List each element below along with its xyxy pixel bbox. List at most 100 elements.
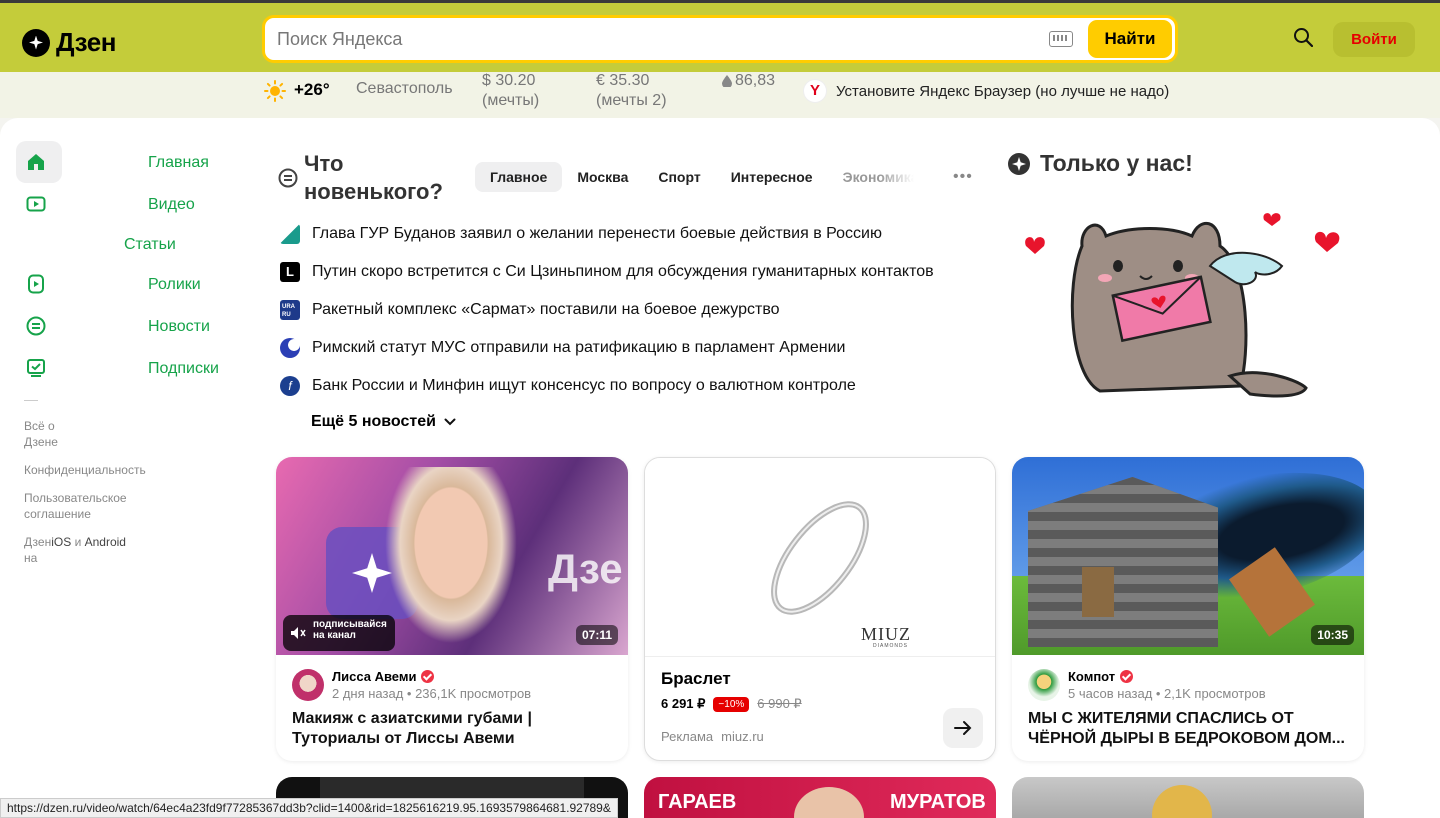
video-thumbnail[interactable]: 10:35: [1012, 457, 1364, 655]
yandex-browser-icon: [804, 80, 826, 102]
nav-item-subscriptions[interactable]: [16, 347, 62, 389]
thumbnail-text-left: ГАРАЕВ: [658, 791, 737, 813]
nav-item-home[interactable]: [16, 141, 62, 183]
ad-product-name[interactable]: Браслет: [661, 669, 731, 689]
nav-label-clips[interactable]: Ролики: [148, 276, 201, 294]
apps-and: и: [74, 535, 82, 549]
thumbnail-backdrop-text: Дзе: [548, 545, 623, 592]
news-item-text: Банк России и Минфин ищут консенсус по в…: [312, 377, 856, 394]
eur-note: (мечты 2): [596, 92, 667, 109]
home-icon: [28, 154, 44, 170]
nav-label-video[interactable]: Видео: [148, 196, 195, 214]
subscribe-overlay-text: подписывайся на канал: [313, 619, 387, 641]
more-tabs-icon[interactable]: •••: [953, 168, 973, 186]
news-item[interactable]: f Банк России и Минфин ищут консенсус по…: [280, 376, 856, 396]
exclusive-section-title: Только у нас!: [1008, 150, 1193, 177]
ad-open-button[interactable]: [943, 708, 983, 748]
nav-label-subscriptions[interactable]: Подписки: [148, 360, 219, 378]
tab-main[interactable]: Главное: [475, 162, 563, 192]
news-item[interactable]: Глава ГУР Буданов заявил о желании перен…: [280, 224, 882, 244]
eur-rate[interactable]: € 35.30 (мечты 2): [596, 71, 667, 111]
ad-price-row: 6 291 ₽ −10% 6 990 ₽: [661, 696, 802, 712]
video-card[interactable]: [1012, 777, 1364, 818]
ad-divider: [645, 656, 995, 657]
video-card[interactable]: ГАРАЕВ МУРАТОВ: [644, 777, 996, 818]
news-item-text: Ракетный комплекс «Сармат» поставили на …: [312, 301, 780, 318]
search-button[interactable]: Найти: [1088, 20, 1172, 58]
subscriptions-icon: [27, 359, 45, 377]
footer-apps: ДзенiOS и Android на: [24, 534, 126, 566]
oil-rate[interactable]: 86,83: [722, 71, 775, 91]
avatar[interactable]: [1028, 669, 1060, 701]
footer-link-privacy[interactable]: Конфиденциальность: [24, 462, 146, 478]
video-card[interactable]: 10:35 Компот 5 часов назад • 2,1K просмо…: [1012, 457, 1364, 761]
search-icon[interactable]: [1293, 27, 1313, 47]
ad-old-price: 6 990 ₽: [757, 696, 802, 711]
sun-icon: [264, 80, 286, 102]
usd-note: (мечты): [482, 92, 540, 109]
logo-text: Дзен: [56, 27, 116, 57]
city-name[interactable]: Севастополь: [356, 80, 453, 98]
news-item[interactable]: L Путин скоро встретится с Си Цзиньпином…: [280, 262, 934, 282]
ad-footer: Реклама miuz.ru: [661, 729, 764, 744]
temperature[interactable]: +26°: [294, 80, 330, 100]
nav-label-articles[interactable]: Статьи: [124, 236, 176, 254]
more-news-button[interactable]: Ещё 5 новостей: [311, 413, 456, 431]
tab-moscow[interactable]: Москва: [562, 162, 643, 192]
author-name[interactable]: Компот: [1068, 669, 1134, 684]
avatar[interactable]: [292, 669, 324, 701]
pusheen-cat-image[interactable]: [1020, 206, 1360, 406]
video-meta: 2 дня назад • 236,1K просмотров: [332, 686, 532, 701]
news-title-line2: новенького?: [304, 179, 443, 204]
nav-label-home[interactable]: Главная: [148, 154, 209, 172]
video-thumbnail[interactable]: Дзе подписывайся на канал 07:11: [276, 457, 628, 657]
ad-image[interactable]: MIUZ DIAMONDS: [645, 458, 995, 656]
video-card[interactable]: Дзе подписывайся на канал 07:11 Лисса Ав…: [276, 457, 628, 761]
muted-speaker-icon: [291, 627, 306, 639]
nav-item-video[interactable]: [16, 183, 62, 225]
nav-item-news[interactable]: [16, 305, 62, 347]
video-title[interactable]: Макияж с азиатскими губами | Туториалы о…: [292, 709, 612, 749]
apps-ios-link[interactable]: iOS: [51, 535, 71, 549]
arrow-right-icon: [954, 721, 972, 735]
dzen-logo[interactable]: Дзен: [22, 27, 116, 58]
news-item-text: Римский статут МУС отправили на ратифика…: [312, 339, 846, 356]
footer-link-about[interactable]: Всё о Дзене: [24, 418, 84, 450]
dzen-star-icon: [22, 28, 50, 57]
tab-economy[interactable]: Экономика: [828, 162, 914, 192]
subscribe-overlay[interactable]: подписывайся на канал: [283, 615, 395, 651]
news-title-line1: Что: [304, 151, 344, 176]
minecraft-house-image: [1028, 477, 1218, 647]
apps-prefix: Дзен: [24, 535, 52, 549]
search-input[interactable]: [277, 26, 1017, 52]
author-name[interactable]: Лисса Авеми: [332, 669, 435, 684]
ad-domain[interactable]: miuz.ru: [721, 729, 764, 744]
nav-item-clips[interactable]: [16, 263, 62, 305]
source-logo-icon: L: [280, 262, 300, 282]
news-item[interactable]: URA RU Ракетный комплекс «Сармат» постави…: [280, 300, 780, 320]
video-title[interactable]: МЫ С ЖИТЕЛЯМИ СПАСЛИСЬ ОТ ЧЁРНОЙ ДЫРЫ В …: [1028, 709, 1348, 749]
browser-promo-text: Установите Яндекс Браузер (но лучше не н…: [836, 82, 1170, 100]
login-button[interactable]: Войти: [1333, 22, 1415, 57]
video-duration: 10:35: [1311, 625, 1354, 645]
verified-badge-icon: [1120, 670, 1134, 683]
author-label: Лисса Авеми: [332, 669, 417, 684]
news-item-text: Путин скоро встретится с Си Цзиньпином д…: [312, 263, 934, 280]
usd-rate[interactable]: $ 30.20 (мечты): [482, 71, 539, 111]
source-logo-icon: [280, 338, 300, 358]
usd-value: $ 30.20: [482, 72, 536, 89]
chevron-down-icon: [444, 418, 456, 426]
nav-label-news[interactable]: Новости: [148, 318, 210, 336]
keyboard-icon[interactable]: [1049, 31, 1073, 47]
apps-android-link[interactable]: Android: [85, 535, 126, 549]
miuz-brand-logo: MIUZ: [861, 624, 911, 644]
ad-card[interactable]: MIUZ DIAMONDS Браслет 6 291 ₽ −10% 6 990…: [644, 457, 996, 761]
eur-value: € 35.30: [596, 72, 650, 89]
footer-link-terms[interactable]: Пользовательское соглашение: [24, 490, 154, 522]
news-item[interactable]: Римский статут МУС отправили на ратифика…: [280, 338, 845, 358]
bracelet-image: [771, 501, 869, 615]
browser-promo[interactable]: Установите Яндекс Браузер (но лучше не н…: [804, 80, 1169, 102]
video-icon: [26, 196, 46, 212]
tab-sport[interactable]: Спорт: [643, 162, 715, 192]
tab-interesting[interactable]: Интересное: [716, 162, 828, 192]
